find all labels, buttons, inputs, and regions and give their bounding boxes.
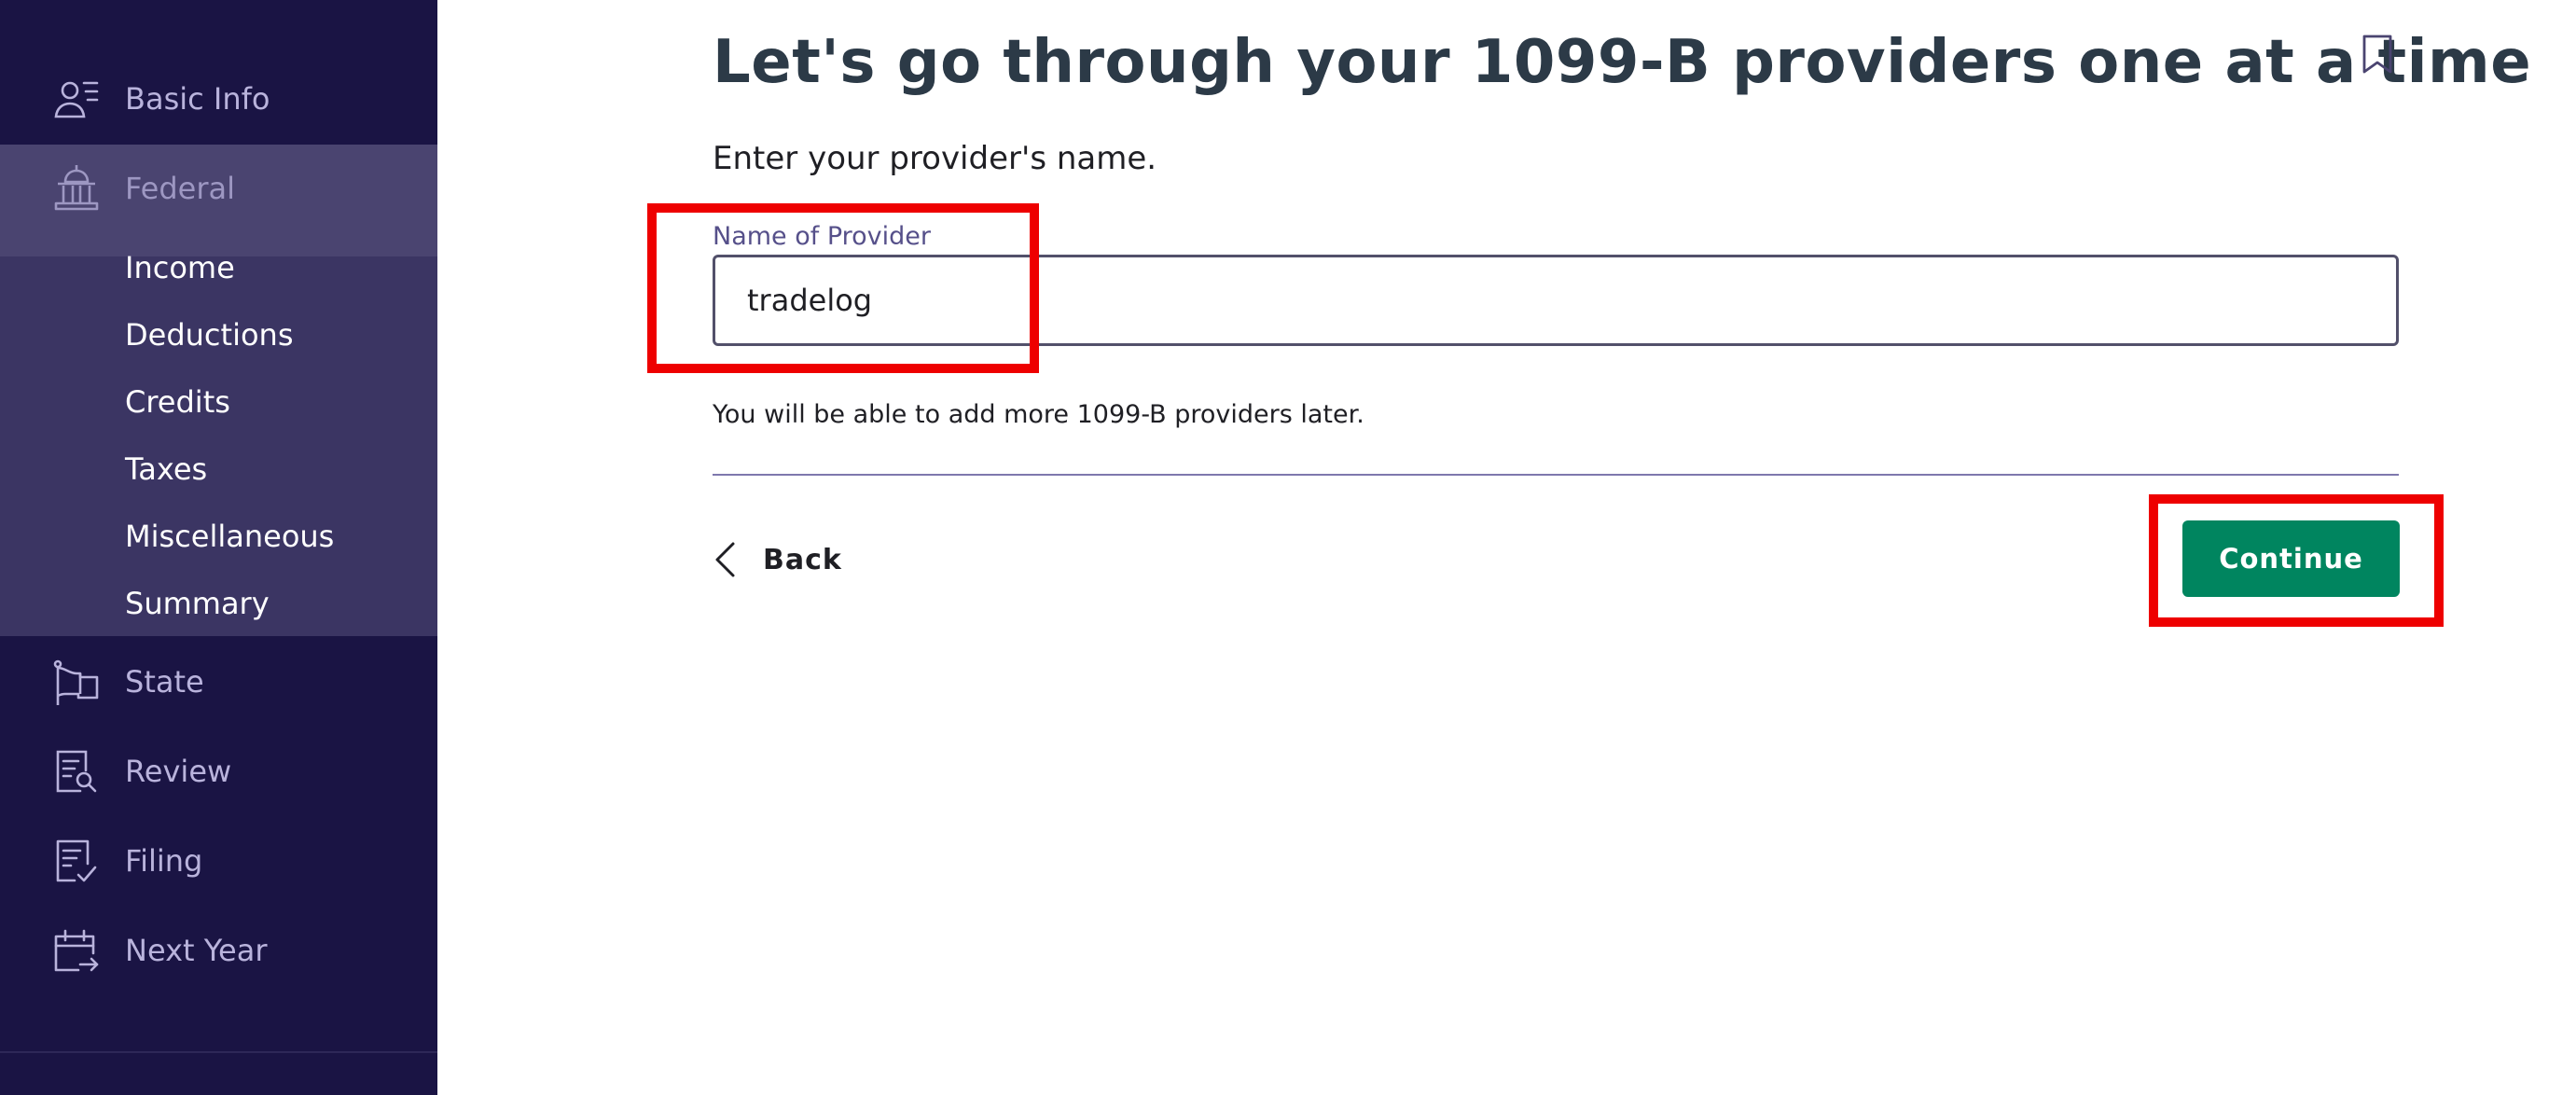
sidebar-item-next-year[interactable]: Next Year [0, 906, 437, 995]
capitol-building-icon [52, 163, 101, 212]
sidebar-subitem-income[interactable]: Income [125, 250, 235, 285]
provider-name-input[interactable] [713, 255, 2399, 346]
sidebar-item-basic-info[interactable]: Basic Info [0, 54, 437, 144]
sidebar-federal-group: Federal Income Deductions Credits Taxes … [0, 145, 437, 636]
document-search-icon [52, 748, 101, 797]
sidebar-subitem-deductions[interactable]: Deductions [125, 317, 293, 353]
page-title: Let's go through your 1099-B providers o… [713, 28, 2532, 97]
back-button[interactable]: Back [713, 532, 862, 588]
document-check-icon [52, 838, 101, 886]
chevron-left-icon [715, 542, 735, 577]
sidebar-item-label: State [125, 664, 204, 700]
sidebar-item-label: Next Year [125, 933, 268, 968]
instruction-text: Enter your provider's name. [713, 140, 1157, 177]
continue-button[interactable]: Continue [2182, 520, 2400, 597]
bookmark-icon[interactable] [2361, 34, 2394, 75]
sidebar-footer-divider [0, 1051, 437, 1053]
sidebar-item-label: Federal [125, 171, 235, 206]
sidebar-nav: Basic Info Federal Income Deductions Cre… [0, 0, 437, 1095]
sidebar-item-filing[interactable]: Filing [0, 816, 437, 906]
user-list-icon [52, 76, 101, 124]
sidebar-subitem-taxes[interactable]: Taxes [125, 451, 207, 487]
sidebar-subitem-summary[interactable]: Summary [125, 586, 270, 621]
back-button-label: Back [763, 543, 842, 576]
hint-text: You will be able to add more 1099-B prov… [713, 400, 1364, 429]
sidebar-item-label: Basic Info [125, 81, 270, 117]
sidebar-item-review[interactable]: Review [0, 727, 437, 816]
flag-icon [52, 658, 101, 707]
sidebar-subitem-credits[interactable]: Credits [125, 384, 230, 420]
sidebar-item-label: Review [125, 754, 232, 789]
sidebar-subitem-miscellaneous[interactable]: Miscellaneous [125, 519, 334, 554]
section-divider [713, 474, 2399, 476]
sidebar-item-federal[interactable]: Federal [0, 145, 437, 256]
sidebar-item-label: Filing [125, 843, 203, 879]
calendar-arrow-icon [52, 927, 101, 976]
sidebar-item-state[interactable]: State [0, 637, 437, 727]
provider-name-label: Name of Provider [713, 222, 932, 251]
